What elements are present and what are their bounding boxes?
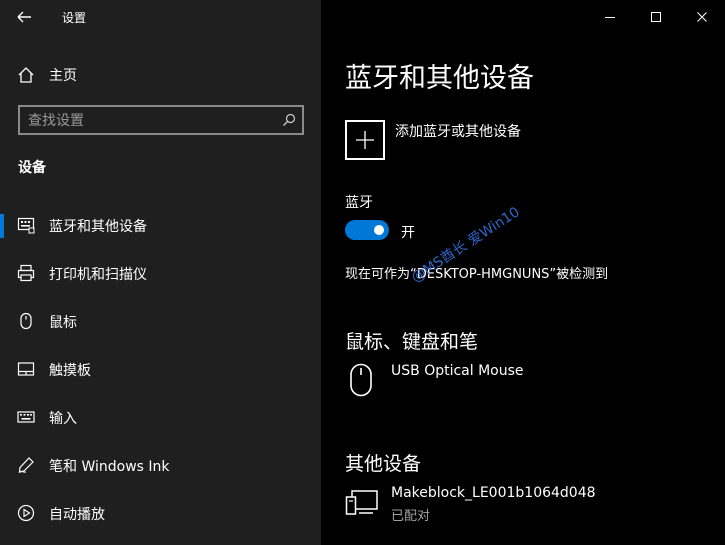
search-box[interactable] [18,105,304,135]
bluetooth-devices-icon [17,217,35,234]
minimize-button[interactable] [587,0,633,34]
app-title: 设置 [62,11,87,25]
sidebar-item-typing[interactable]: 输入 [0,393,321,441]
sidebar-item-printers[interactable]: 打印机和扫描仪 [0,249,321,297]
titlebar: 设置 [0,0,321,34]
add-device-button[interactable] [345,120,385,160]
sidebar-item-mouse[interactable]: 鼠标 [0,297,321,345]
selected-indicator [0,214,4,238]
home-icon [18,67,34,83]
bluetooth-state: 开 [401,225,415,241]
discoverable-text: 现在可作为“DESKTOP-HMGNUNS”被检测到 [345,267,609,282]
printer-icon [17,264,35,282]
bluetooth-label: 蓝牙 [345,195,373,211]
maximize-button[interactable] [633,0,679,34]
sidebar-item-label: 输入 [49,411,77,427]
sidebar-item-label: 触摸板 [49,363,91,379]
close-button[interactable] [679,0,725,34]
sidebar-item-label: 自动播放 [49,507,105,523]
plus-icon [356,131,374,149]
add-device-label[interactable]: 添加蓝牙或其他设备 [395,121,521,141]
device-status: 已配对 [391,509,431,524]
section-heading: 设备 [18,160,46,176]
mouse-icon [20,312,32,330]
sidebar-item-label: 鼠标 [49,315,77,331]
mouse-device-icon [350,363,372,397]
sidebar-item-bluetooth[interactable]: 蓝牙和其他设备 [0,201,321,249]
back-arrow-icon [17,11,31,23]
search-icon[interactable] [282,113,296,127]
main-content: 蓝牙和其他设备 添加蓝牙或其他设备 蓝牙 开 现在可作为“DESKTOP-HMG… [321,0,725,545]
close-icon [697,12,707,22]
page-title: 蓝牙和其他设备 [345,63,534,94]
pen-icon [18,457,34,473]
computer-device-icon [345,490,378,515]
touchpad-icon [17,362,35,376]
sidebar-item-pen[interactable]: 笔和 Windows Ink [0,441,321,489]
other-devices-heading: 其他设备 [345,453,422,475]
sidebar-nav: 蓝牙和其他设备 打印机和扫描仪 鼠标 触摸板 输入 笔和 Windows Ink… [0,201,321,537]
maximize-icon [651,12,661,22]
toggle-knob [374,225,384,235]
sidebar-item-touchpad[interactable]: 触摸板 [0,345,321,393]
back-button[interactable] [14,7,36,27]
mouse-keyboard-pen-heading: 鼠标、键盘和笔 [345,331,479,353]
minimize-icon [605,17,615,18]
sidebar-item-label: 蓝牙和其他设备 [49,219,147,235]
sidebar: 设置 主页 设备 蓝牙和其他设备 [0,0,321,545]
sidebar-item-label: 打印机和扫描仪 [49,267,147,283]
sidebar-item-label: 笔和 Windows Ink [49,459,170,475]
search-input[interactable] [28,111,268,131]
window-controls [587,0,725,34]
device-name[interactable]: USB Optical Mouse [391,363,524,379]
sidebar-item-label: 主页 [49,68,77,84]
sidebar-item-home[interactable]: 主页 [0,58,321,90]
sidebar-item-autoplay[interactable]: 自动播放 [0,489,321,537]
keyboard-icon [17,411,35,423]
bluetooth-toggle[interactable] [345,220,389,240]
device-name[interactable]: Makeblock_LE001b1064d048 [391,485,596,501]
autoplay-icon [17,504,35,522]
